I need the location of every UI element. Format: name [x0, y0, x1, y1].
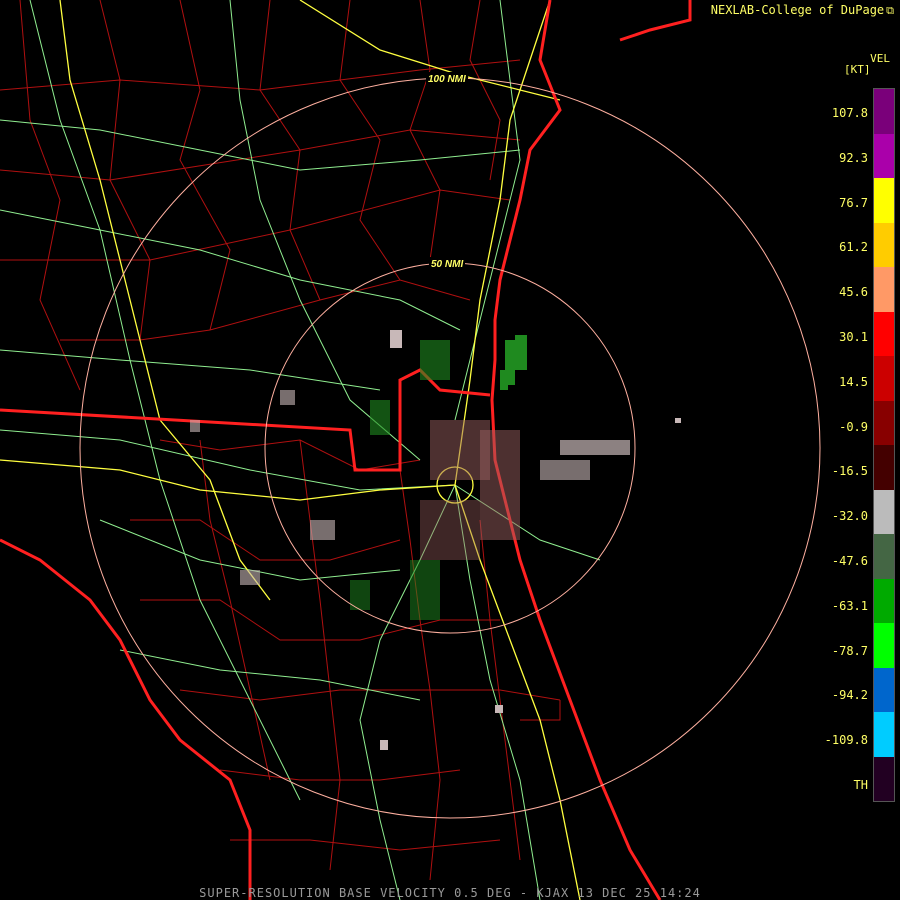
- legend-swatch: [874, 178, 894, 223]
- product-footer: SUPER-RESOLUTION BASE VELOCITY 0.5 DEG -…: [199, 886, 701, 900]
- legend-tick-label: 14.5: [839, 374, 868, 389]
- legend-tick-label: -16.5: [831, 464, 868, 479]
- legend-swatch: [874, 133, 894, 178]
- legend-swatch: [874, 667, 894, 712]
- legend-tick-label: TH: [853, 778, 868, 792]
- legend-tick-label: 107.8: [831, 106, 868, 120]
- range-ring-label-100: 100 NMI: [428, 74, 466, 85]
- velocity-color-scale: [873, 88, 895, 802]
- range-ring-label-50: 50 NMI: [431, 259, 463, 270]
- legend-swatch: [874, 712, 894, 757]
- legend-swatch: [874, 311, 894, 356]
- legend-tick-label: 61.2: [839, 240, 868, 255]
- legend-tick-label: -94.2: [831, 688, 868, 703]
- legend-tick-label: -109.8: [824, 733, 868, 748]
- external-link-icon[interactable]: ⧉: [886, 4, 894, 17]
- legend-tick-label: -78.7: [831, 643, 868, 658]
- source-label: NEXLAB-College of DuPage: [710, 3, 885, 17]
- legend-unit: [KT]: [844, 63, 871, 76]
- source-credit[interactable]: NEXLAB-College of DuPage ⧉: [711, 3, 894, 18]
- legend-swatch: [874, 445, 894, 490]
- legend-swatch: [874, 267, 894, 312]
- legend-tick-label: -32.0: [831, 509, 868, 524]
- legend-swatch: [874, 89, 894, 134]
- legend-swatch: [874, 489, 894, 534]
- legend-swatch: [874, 578, 894, 623]
- radar-map: 100 NMI 50 NMI: [0, 0, 900, 900]
- legend-tick-label: -63.1: [831, 598, 868, 613]
- legend-tick-label: 76.7: [839, 195, 868, 210]
- legend-tick-label: 45.6: [839, 285, 868, 300]
- legend-tick-label: -0.9: [839, 419, 868, 434]
- legend-swatch: [874, 756, 894, 801]
- legend-swatch: [874, 222, 894, 267]
- legend-tick-label: -47.6: [831, 554, 868, 568]
- legend-swatch: [874, 534, 894, 579]
- legend-swatch: [874, 400, 894, 445]
- legend-tick-label: 92.3: [839, 150, 868, 165]
- legend-tick-label: 30.1: [839, 330, 868, 344]
- legend-swatch: [874, 356, 894, 401]
- legend-swatch: [874, 623, 894, 668]
